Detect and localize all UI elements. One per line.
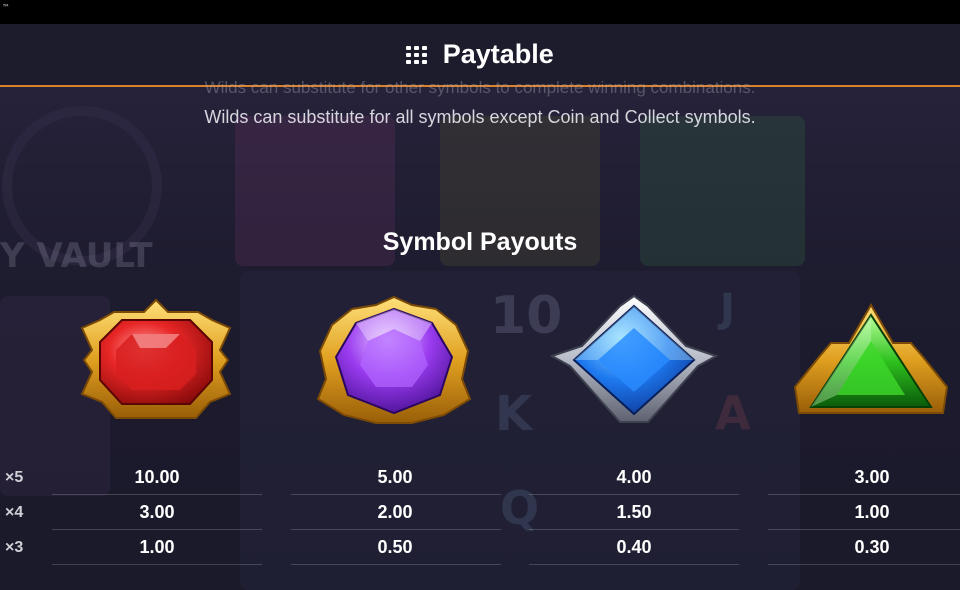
section-title: Symbol Payouts <box>382 228 578 256</box>
multiplier-label-x4: ×4 <box>5 504 24 521</box>
payout-red-x4: 3.00 <box>139 502 175 522</box>
row-divider <box>291 494 501 495</box>
purple-gem-icon <box>316 295 472 424</box>
row-divider <box>529 529 739 530</box>
row-divider <box>52 529 262 530</box>
payout-red-x3: 1.00 <box>139 537 175 557</box>
background-symbol-a: A <box>715 386 751 440</box>
payout-purple-x4: 2.00 <box>377 502 413 522</box>
payout-green-x4: 1.00 <box>854 502 890 522</box>
payout-green-x3: 0.30 <box>854 537 890 557</box>
payout-blue-x4: 1.50 <box>616 502 652 522</box>
payout-purple-x3: 0.50 <box>377 537 413 557</box>
multiplier-label-x5: ×5 <box>5 469 24 486</box>
blue-gem-icon <box>549 294 719 423</box>
row-divider <box>768 529 960 530</box>
payout-blue-x3: 0.40 <box>616 537 652 557</box>
faded-rule-text: Wilds can substitute for other symbols t… <box>204 78 756 97</box>
row-divider <box>529 564 739 565</box>
wilds-rule-text: Wilds can substitute for all symbols exc… <box>204 107 756 127</box>
page-title: Paytable <box>442 39 554 69</box>
row-divider <box>52 564 262 565</box>
payout-green-x5: 3.00 <box>854 467 890 487</box>
grid-menu-icon[interactable] <box>406 45 428 64</box>
green-gem-icon <box>793 303 949 414</box>
multiplier-label-x3: ×3 <box>5 539 24 556</box>
row-divider <box>52 494 262 495</box>
row-divider <box>768 564 960 565</box>
trademark: ™ <box>2 3 10 12</box>
payout-blue-x5: 4.00 <box>616 467 652 487</box>
row-divider <box>768 494 960 495</box>
row-divider <box>529 494 739 495</box>
top-bar: ™ <box>0 0 960 24</box>
red-gem-icon <box>80 298 232 419</box>
payout-red-x5: 10.00 <box>134 467 180 487</box>
background-symbol-q: Q <box>500 481 540 535</box>
payout-purple-x5: 5.00 <box>377 467 413 487</box>
background-symbol-k: K <box>495 386 533 442</box>
row-divider <box>291 529 501 530</box>
title-group: Paytable <box>0 39 960 70</box>
row-divider <box>291 564 501 565</box>
background-symbol-j: J <box>720 286 735 332</box>
